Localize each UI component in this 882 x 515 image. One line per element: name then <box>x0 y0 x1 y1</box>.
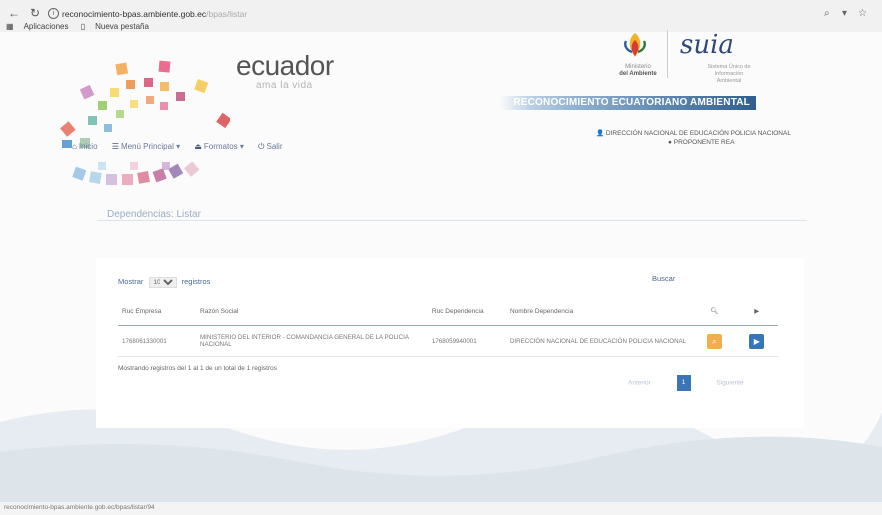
play-icon: ▶ <box>754 308 760 315</box>
ecuador-logo-art-reflection <box>72 162 200 185</box>
suia-logo: suia <box>680 30 734 60</box>
search-input[interactable] <box>690 271 784 286</box>
address-bar[interactable]: reconocimiento-bpas.ambiente.gob.ec/bpas… <box>62 9 247 19</box>
table-row: 1768061330001 MINISTERIO DEL INTERIOR - … <box>118 325 778 357</box>
col-ruc-dependencia[interactable]: Ruc Dependencia <box>427 297 506 326</box>
nav-menu-label: Menú Principal ▾ <box>120 142 181 151</box>
ministerio-text: Ministerio del Ambiente <box>618 64 658 78</box>
col-ver: 🔍︎ <box>693 297 736 326</box>
role-info: ● PROPONENTE REA <box>668 139 734 146</box>
nav-salir[interactable]: ⏻ Salir <box>258 142 282 152</box>
browser-status-bar: reconocimiento-bpas.ambiente.gob.ec/bpas… <box>0 502 882 515</box>
user-role: PROPONENTE REA <box>673 139 735 146</box>
cell-ruc-dependencia: 1768059940001 <box>427 325 506 357</box>
info-icon[interactable]: i <box>48 8 59 19</box>
dependencias-table: Ruc Empresa Razón Social Ruc Dependencia… <box>118 297 778 357</box>
pagination: Anterior 1 Siguiente <box>628 375 744 391</box>
url-path: /bpas/listar <box>206 9 248 19</box>
banner-text: RECONOCIMIENTO ECUATORIANO AMBIENTAL <box>513 97 750 108</box>
apps-icon[interactable]: ▦ <box>6 22 14 31</box>
suia-sub-line2: Información Ambiental <box>714 71 744 84</box>
search-icon: 🔍︎ <box>710 308 719 315</box>
nav-inicio-label: Inicio <box>78 142 98 151</box>
page-length-select[interactable]: 10 <box>148 277 177 288</box>
table-info: Mostrando registros del 1 al 1 de un tot… <box>118 365 277 372</box>
col-nombre-dependencia[interactable]: Nombre Dependencia <box>505 297 694 326</box>
home-icon: ⌂ <box>72 142 77 151</box>
nav-formatos[interactable]: ⏏ Formatos ▾ <box>194 142 244 151</box>
logo-title: ecuador <box>236 50 334 81</box>
header-divider <box>667 30 668 78</box>
table-header-row: Ruc Empresa Razón Social Ruc Dependencia… <box>118 297 778 326</box>
open-button[interactable]: ▶ <box>749 333 765 349</box>
url-host: reconocimiento-bpas.ambiente.gob.ec <box>62 9 207 19</box>
status-url: reconocimiento-bpas.ambiente.gob.ec/bpas… <box>4 504 155 511</box>
ministerio-logo-icon <box>624 33 646 57</box>
cell-go: ▶ <box>735 325 778 357</box>
cell-ruc-empresa: 1768061330001 <box>118 325 197 357</box>
search-icon: ⌕ <box>712 336 717 346</box>
ecuador-logo-art <box>60 60 230 148</box>
extension-icon[interactable]: ▾ <box>842 8 847 19</box>
program-banner: RECONOCIMIENTO ECUATORIANO AMBIENTAL <box>500 96 756 110</box>
main-nav: ⌂ Inicio ☰ Menú Principal ▾ ⏏ Formatos ▾ ⏻ S… <box>72 142 295 152</box>
nav-menu-principal[interactable]: ☰ Menú Principal ▾ <box>112 142 180 151</box>
nav-salir-label: Salir <box>266 142 283 151</box>
pagination-prev[interactable]: Anterior <box>628 380 651 387</box>
ministerio-top: Ministerio <box>625 64 651 70</box>
logo-tagline: ama la vida <box>256 80 313 91</box>
star-icon[interactable]: ☆ <box>858 8 867 19</box>
divider <box>97 220 807 221</box>
search-icon[interactable]: ⌕ <box>824 8 830 19</box>
show-suffix: registros <box>181 277 211 286</box>
pagination-next[interactable]: Siguiente <box>716 380 743 387</box>
cell-nombre-dependencia: DIRECCIÓN NACIONAL DE EDUCACIÓN POLICIA … <box>505 325 694 357</box>
cell-view: ⌕ <box>693 325 736 357</box>
menu-icon: ☰ <box>111 142 119 151</box>
col-ir: ▶ <box>735 297 778 326</box>
user-icon: 👤 <box>596 130 605 137</box>
col-razon-social[interactable]: Razón Social <box>196 297 428 326</box>
suia-sub-line1: Sistema Único de <box>707 64 751 70</box>
breadcrumb: Dependencias: Listar <box>107 209 201 220</box>
nav-inicio[interactable]: ⌂ Inicio <box>72 142 98 151</box>
search-label: Buscar <box>652 274 676 283</box>
user-icon: ⏏ <box>194 142 202 151</box>
cell-razon-social: MINISTERIO DEL INTERIOR - COMANDANCIA GE… <box>196 325 428 357</box>
suia-subtitle: Sistema Único de Información Ambiental <box>704 64 754 85</box>
reload-icon[interactable]: ↻ <box>30 7 40 19</box>
user-info: 👤 DIRECCIÓN NACIONAL DE EDUCACIÓN POLICI… <box>596 129 791 137</box>
back-arrow-icon[interactable]: ← <box>8 7 20 19</box>
nav-formatos-label: Formatos ▾ <box>203 142 244 151</box>
power-icon: ⏻ <box>258 142 265 151</box>
ministerio-bottom: del Ambiente <box>619 71 657 77</box>
col-ruc-empresa[interactable]: Ruc Empresa <box>118 297 197 326</box>
play-icon: ▶ <box>753 336 760 346</box>
view-button[interactable]: ⌕ <box>706 333 722 349</box>
pagination-page-1[interactable]: 1 <box>676 375 691 391</box>
page-length-control: Mostrar 10 registros <box>118 277 210 288</box>
role-icon: ● <box>668 139 672 146</box>
show-label: Mostrar <box>118 277 144 286</box>
user-name: DIRECCIÓN NACIONAL DE EDUCACIÓN POLICIA … <box>605 130 791 137</box>
